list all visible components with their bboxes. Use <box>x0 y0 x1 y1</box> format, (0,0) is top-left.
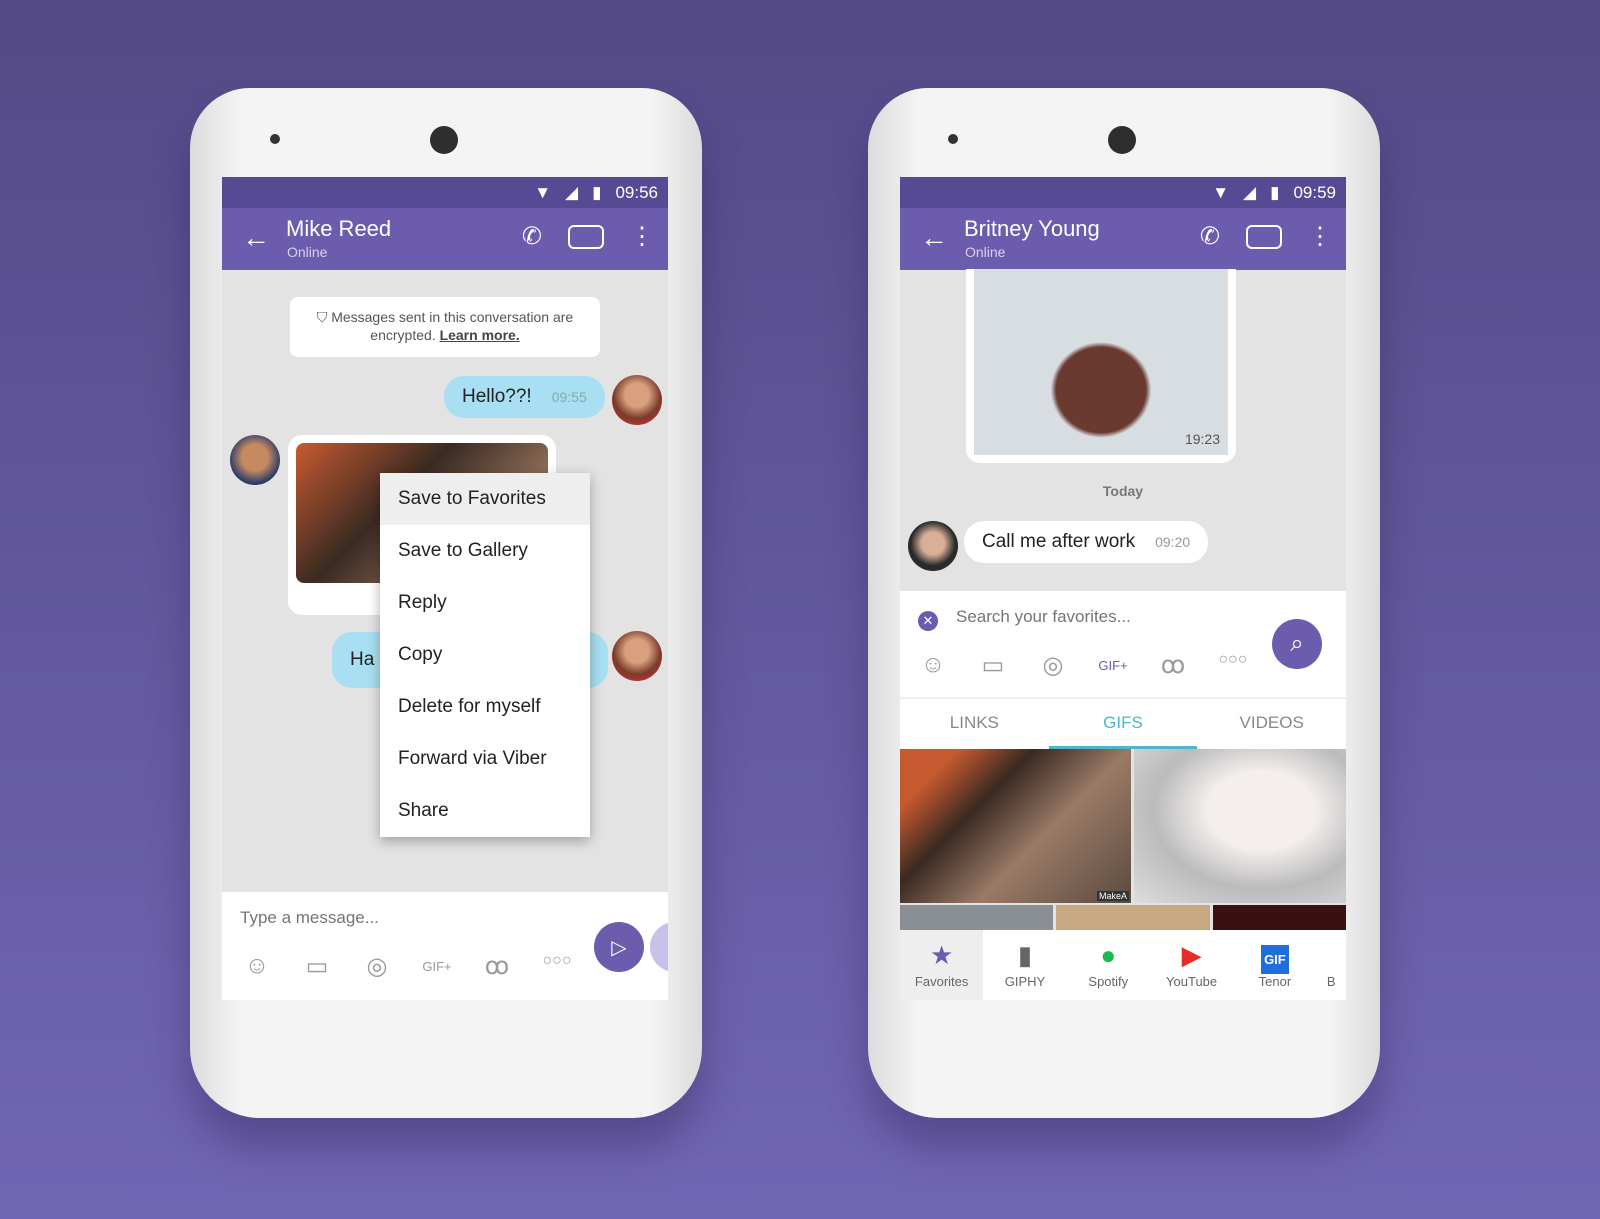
search-icon: ⌕ <box>1290 630 1304 657</box>
gif-thumbnail[interactable] <box>1213 905 1346 930</box>
contact-name: Britney Young <box>964 216 1100 241</box>
sensor <box>948 134 958 144</box>
giphy-icon: ▮ <box>1017 940 1033 970</box>
app-bar: ← Britney Young Online ✆ ⋮ <box>900 208 1346 270</box>
battery-icon: ▮ <box>1270 182 1280 202</box>
avatar[interactable] <box>612 375 662 425</box>
video-call-icon[interactable] <box>1246 224 1282 249</box>
learn-more-link[interactable]: Learn more. <box>440 327 520 343</box>
message-bubble-incoming[interactable]: Call me after work 09:20 <box>964 521 1209 563</box>
presence-status: Online <box>965 244 1006 260</box>
sticker-icon[interactable]: ☺ <box>918 651 948 681</box>
phone-icon[interactable]: ✆ <box>522 222 542 251</box>
avatar[interactable] <box>612 631 662 681</box>
favorites-search-input[interactable] <box>956 607 1256 627</box>
chat-screen: ▼ ◢ ▮ 09:56 ← Mike Reed Online ✆ ⋮ ⛉ Mes… <box>222 177 668 1000</box>
composer: ☺ ▭ ◎ GIF+ ꝏ ○○○ ▷ <box>222 892 668 1000</box>
wifi-icon: ▼ <box>534 182 552 202</box>
chat-screen: ▼ ◢ ▮ 09:59 ← Britney Young Online ✆ ⋮ 1… <box>900 177 1346 1000</box>
favorites-search-panel: ✕ ☺ ▭ ◎ GIF+ ꝏ ○○○ ⌕ <box>900 591 1346 699</box>
signal-icon: ◢ <box>565 182 579 202</box>
app-bar: ← Mike Reed Online ✆ ⋮ <box>222 208 668 270</box>
provider-favorites[interactable]: ★ Favorites <box>900 930 984 1000</box>
provider-giphy[interactable]: ▮ GIPHY <box>983 930 1066 1000</box>
more-icon[interactable]: ○○○ <box>1218 651 1248 681</box>
provider-tenor[interactable]: GIF Tenor <box>1233 930 1316 1000</box>
message-input[interactable] <box>240 908 580 928</box>
battery-icon: ▮ <box>592 182 602 202</box>
camera-icon[interactable]: ◎ <box>1038 651 1068 681</box>
front-camera <box>430 126 458 154</box>
gallery-icon[interactable]: ▭ <box>978 651 1008 681</box>
menu-item-delete[interactable]: Delete for myself <box>380 681 590 733</box>
tab-links[interactable]: LINKS <box>900 699 1049 749</box>
gif-thumbnail-monkey[interactable]: MakeA <box>900 749 1131 903</box>
play-icon: ▷ <box>611 936 627 959</box>
gif-icon[interactable]: GIF+ <box>1098 651 1128 681</box>
status-bar: ▼ ◢ ▮ 09:56 <box>222 177 668 208</box>
date-separator: Today <box>1102 483 1144 499</box>
video-call-icon[interactable] <box>568 224 604 249</box>
tab-gifs[interactable]: GIFS <box>1048 699 1198 749</box>
gif-icon[interactable]: GIF+ <box>422 952 452 982</box>
secondary-button[interactable] <box>650 922 668 972</box>
wifi-icon: ▼ <box>1212 182 1230 202</box>
cake-image: 19:23 <box>974 269 1228 455</box>
doodle-icon[interactable]: ꝏ <box>482 952 512 982</box>
phone-icon[interactable]: ✆ <box>1200 222 1220 251</box>
search-button[interactable]: ⌕ <box>1272 619 1322 669</box>
provider-spotify[interactable]: ● Spotify <box>1067 930 1150 1000</box>
provider-more[interactable]: B <box>1317 930 1346 1000</box>
back-arrow-icon[interactable]: ← <box>242 222 270 254</box>
gif-thumbnail[interactable] <box>1056 905 1210 930</box>
send-voice-button[interactable]: ▷ <box>594 922 644 972</box>
front-camera <box>1108 126 1136 154</box>
favorites-tabs: LINKS GIFS VIDEOS <box>900 699 1346 749</box>
camera-icon[interactable]: ◎ <box>362 952 392 982</box>
menu-item-copy[interactable]: Copy <box>380 629 590 681</box>
status-bar: ▼ ◢ ▮ 09:59 <box>900 177 1346 208</box>
status-time: 09:59 <box>1293 182 1336 202</box>
avatar[interactable] <box>908 521 958 571</box>
clear-search-icon[interactable]: ✕ <box>918 611 938 631</box>
menu-item-forward[interactable]: Forward via Viber <box>380 733 590 785</box>
encryption-notice: ⛉ Messages sent in this conversation are… <box>290 297 600 357</box>
right-phone: ▼ ◢ ▮ 09:59 ← Britney Young Online ✆ ⋮ 1… <box>868 88 1380 1118</box>
sticker-icon[interactable]: ☺ <box>242 952 272 982</box>
tenor-icon: GIF <box>1233 940 1316 974</box>
left-phone: ▼ ◢ ▮ 09:56 ← Mike Reed Online ✆ ⋮ ⛉ Mes… <box>190 88 702 1118</box>
context-menu: Save to Favorites Save to Gallery Reply … <box>380 473 590 837</box>
image-message[interactable]: 19:23 <box>966 269 1236 463</box>
status-time: 09:56 <box>615 182 658 202</box>
spotify-icon: ● <box>1100 940 1117 970</box>
gif-thumbnail-gecko[interactable] <box>1134 749 1346 903</box>
provider-bar: ★ Favorites ▮ GIPHY ● Spotify ▶ YouTube GIF T… <box>900 930 1346 1000</box>
more-vert-icon[interactable]: ⋮ <box>630 222 654 251</box>
avatar[interactable] <box>230 435 280 485</box>
message-bubble-outgoing[interactable]: Hello??! 09:55 <box>444 376 605 418</box>
contact-name: Mike Reed <box>286 216 392 241</box>
signal-icon: ◢ <box>1243 182 1257 202</box>
gif-thumbnail[interactable] <box>900 905 1053 930</box>
provider-youtube[interactable]: ▶ YouTube <box>1150 930 1233 1000</box>
youtube-icon: ▶ <box>1181 940 1202 970</box>
shield-icon: ⛉ <box>316 309 328 325</box>
menu-item-reply[interactable]: Reply <box>380 577 590 629</box>
menu-item-share[interactable]: Share <box>380 785 590 837</box>
more-icon[interactable]: ○○○ <box>542 952 572 982</box>
gallery-icon[interactable]: ▭ <box>302 952 332 982</box>
menu-item-save-favorites[interactable]: Save to Favorites <box>380 473 590 525</box>
star-icon: ★ <box>930 940 954 970</box>
menu-item-save-gallery[interactable]: Save to Gallery <box>380 525 590 577</box>
presence-status: Online <box>287 244 328 260</box>
back-arrow-icon[interactable]: ← <box>920 222 948 254</box>
more-vert-icon[interactable]: ⋮ <box>1308 222 1332 251</box>
doodle-icon[interactable]: ꝏ <box>1158 651 1188 681</box>
tab-videos[interactable]: VIDEOS <box>1197 699 1346 749</box>
sensor <box>270 134 280 144</box>
